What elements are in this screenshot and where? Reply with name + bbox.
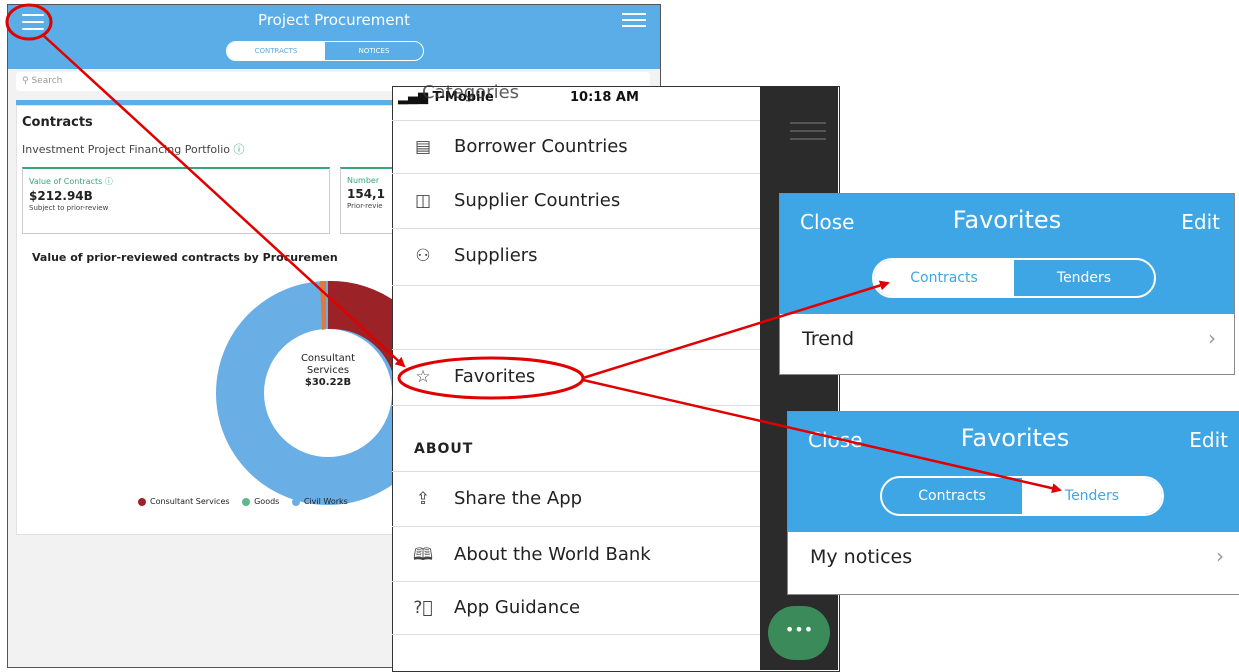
about-heading: ABOUT [414, 441, 474, 457]
status-time: 10:18 AM [570, 90, 639, 105]
value-of-contracts-stat[interactable]: Value of Contracts ⓘ $212.94B Subject to… [22, 167, 330, 234]
menu-item-label: Supplier Countries [454, 190, 621, 211]
menu-item-label: About the World Bank [454, 544, 651, 565]
divider [392, 173, 760, 174]
favorites-header: Close Favorites Edit Contracts Tenders [780, 194, 1234, 314]
donut-center-label: Consultant Services $30.22B [278, 353, 378, 389]
menu-item-label: Favorites [454, 366, 536, 387]
tab-contracts[interactable]: CONTRACTS [227, 42, 325, 60]
menu-item-share-app[interactable]: ⇪ Share the App [412, 488, 582, 509]
divider [392, 349, 760, 350]
divider [392, 285, 760, 286]
donut-center-value: $30.22B [304, 377, 352, 388]
contracts-tenders-toggle: Contracts Tenders [872, 258, 1156, 298]
carrier-status: ▂▄▆ T-Mobile Categories [398, 82, 519, 105]
menu-item-app-guidance[interactable]: ?⃝ App Guidance [412, 597, 580, 618]
chevron-right-icon: › [1208, 326, 1216, 350]
portfolio-label: Investment Project Financing Portfolio ⓘ [22, 141, 245, 157]
menu-item-favorites[interactable]: ☆ Favorites [412, 366, 535, 387]
legend-item: Civil Works [303, 497, 348, 506]
menu-item-about-world-bank[interactable]: 🕮 About the World Bank [412, 542, 651, 571]
menu-item-borrower-countries[interactable]: ▤ Borrower Countries [412, 136, 628, 157]
categories-overlap-text: Categories [422, 82, 520, 103]
supplier-countries-icon: ◫ [414, 191, 432, 211]
contracts-notices-toggle: CONTRACTS NOTICES [226, 41, 424, 61]
chart-legend: Consultant Services Goods Civil Works [128, 497, 348, 506]
chevron-right-icon: › [1216, 544, 1224, 568]
menu-item-suppliers[interactable]: ⚇ Suppliers [412, 245, 538, 266]
divider [392, 120, 760, 121]
stat-value-sub: Subject to prior-review [29, 204, 109, 212]
edit-button[interactable]: Edit [1189, 428, 1228, 452]
legend-item: Goods [254, 497, 280, 506]
app-title: Project Procurement [258, 11, 410, 29]
donut-center-line1: Consultant [300, 353, 356, 364]
menu-item-label: Suppliers [454, 245, 538, 266]
contracts-tenders-toggle: Contracts Tenders [880, 476, 1164, 516]
divider [392, 526, 760, 527]
filter-icon[interactable] [622, 13, 646, 31]
tab-contracts[interactable]: Contracts [882, 478, 1022, 514]
chart-label: Value of prior-reviewed contracts by Pro… [32, 251, 338, 264]
contracts-heading: Contracts [22, 115, 93, 130]
menu-item-label: Borrower Countries [454, 136, 628, 157]
legend-item: Consultant Services [150, 497, 230, 506]
info-icon[interactable]: ⓘ [234, 143, 245, 156]
menu-item-supplier-countries[interactable]: ◫ Supplier Countries [412, 190, 620, 211]
divider [392, 581, 760, 582]
tab-tenders[interactable]: Tenders [1014, 260, 1154, 296]
app-header: Project Procurement CONTRACTS NOTICES [8, 5, 660, 69]
favorites-title: Favorites [952, 206, 1062, 234]
search-icon: ⚲ [22, 76, 29, 86]
favorites-contracts-panel: Close Favorites Edit Contracts Tenders T… [779, 193, 1235, 375]
legend-dot-goods [242, 497, 251, 506]
info-icon: ⓘ [104, 177, 113, 186]
help-icon: ?⃝ [413, 598, 433, 618]
stat-value: $212.94B [29, 189, 93, 203]
divider [392, 471, 760, 472]
menu-item-label: Share the App [454, 488, 583, 509]
legend-dot-civil-works [291, 497, 300, 506]
search-placeholder: Search [31, 76, 63, 86]
divider [392, 634, 760, 635]
divider [392, 228, 760, 229]
favorites-header: Close Favorites Edit Contracts Tenders [788, 412, 1239, 532]
favorite-row-trend[interactable]: Trend [802, 328, 854, 350]
favorite-row-my-notices[interactable]: My notices [810, 546, 912, 568]
tab-notices[interactable]: NOTICES [325, 42, 423, 60]
star-icon: ☆ [415, 367, 431, 387]
book-icon: 🕮 [412, 545, 434, 565]
suppliers-icon: ⚇ [415, 246, 431, 266]
favorites-title: Favorites [960, 424, 1070, 452]
legend-dot-consultant [138, 497, 146, 506]
favorites-tenders-panel: Close Favorites Edit Contracts Tenders M… [787, 411, 1239, 595]
portfolio-text: Investment Project Financing Portfolio [22, 143, 231, 156]
donut-center-line2: Services [306, 365, 350, 376]
edit-button[interactable]: Edit [1181, 210, 1220, 234]
borrower-countries-icon: ▤ [414, 137, 432, 157]
stat-value-label: Value of Contracts [29, 177, 103, 186]
menu-item-label: App Guidance [454, 597, 581, 618]
tab-tenders[interactable]: Tenders [1022, 478, 1162, 514]
tab-contracts[interactable]: Contracts [874, 260, 1014, 296]
share-icon: ⇪ [415, 489, 431, 509]
more-actions-button[interactable]: ••• [768, 606, 830, 660]
divider [392, 405, 760, 406]
